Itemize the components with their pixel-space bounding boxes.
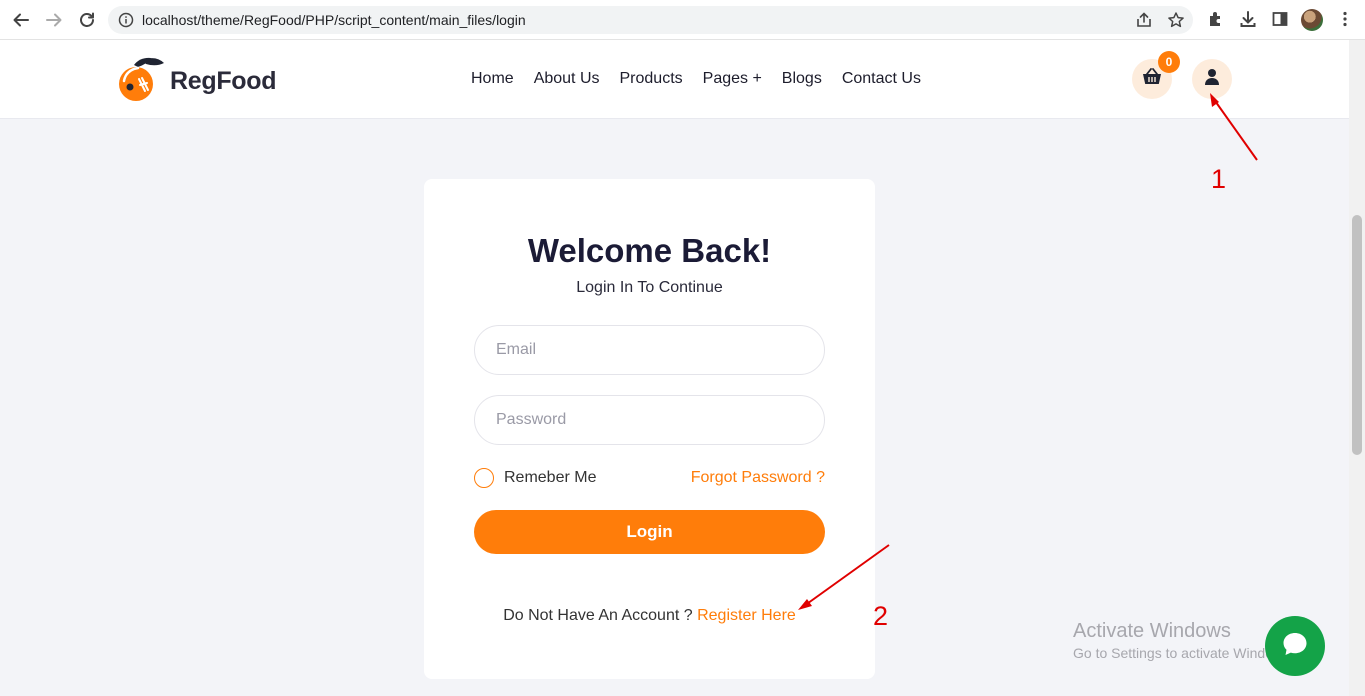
register-row: Do Not Have An Account ? Register Here — [424, 607, 875, 625]
register-link[interactable]: Register Here — [697, 607, 796, 624]
address-bar[interactable]: localhost/theme/RegFood/PHP/script_conte… — [108, 6, 1193, 34]
menu-icon[interactable] — [1335, 9, 1355, 34]
no-account-text: Do Not Have An Account ? — [503, 607, 693, 624]
page-subtitle: Login In To Continue — [576, 279, 723, 296]
profile-avatar[interactable] — [1301, 9, 1323, 31]
star-icon[interactable] — [1167, 11, 1185, 34]
main-nav: Home About Us Products Pages + Blogs Con… — [471, 70, 921, 88]
nav-contact-us[interactable]: Contact Us — [842, 70, 921, 88]
logo-icon — [116, 56, 166, 107]
nav-pages[interactable]: Pages + — [703, 70, 762, 88]
remember-row: Remeber Me Forgot Password ? — [474, 468, 825, 490]
chat-bubble-icon — [1280, 629, 1310, 664]
forgot-password-link[interactable]: Forgot Password ? — [691, 469, 825, 487]
annotation-number-2: 2 — [873, 601, 889, 631]
activate-windows-title: Activate Windows — [1073, 620, 1231, 642]
basket-icon — [1142, 67, 1162, 91]
scrollbar-thumb[interactable] — [1352, 215, 1362, 455]
back-icon[interactable] — [9, 8, 33, 32]
forward-icon[interactable] — [42, 8, 66, 32]
sidepanel-icon[interactable] — [1270, 9, 1290, 34]
cart-count-badge: 0 — [1158, 51, 1180, 73]
login-card: Welcome Back! Login In To Continue Remeb… — [424, 179, 875, 679]
reload-icon[interactable] — [75, 8, 99, 32]
brand-name: RegFood — [170, 67, 277, 95]
brand-logo[interactable]: RegFood — [116, 56, 277, 107]
login-button[interactable]: Login — [474, 510, 825, 554]
extensions-icon[interactable] — [1206, 9, 1226, 34]
info-icon[interactable] — [118, 12, 134, 33]
nav-about-us[interactable]: About Us — [534, 70, 600, 88]
remember-me-checkbox[interactable] — [474, 468, 494, 488]
site-header: RegFood Home About Us Products Pages + B… — [0, 40, 1349, 119]
activate-windows-subtitle: Go to Settings to activate Windows. — [1073, 645, 1294, 661]
remember-me-label[interactable]: Remeber Me — [504, 469, 596, 487]
email-field[interactable] — [474, 325, 825, 375]
browser-toolbar: localhost/theme/RegFood/PHP/script_conte… — [0, 0, 1365, 40]
url-text[interactable]: localhost/theme/RegFood/PHP/script_conte… — [142, 12, 526, 28]
download-icon[interactable] — [1238, 9, 1258, 34]
user-icon — [1204, 68, 1220, 91]
chat-button[interactable] — [1265, 616, 1325, 676]
password-field[interactable] — [474, 395, 825, 445]
page-title: Welcome Back! — [527, 232, 772, 269]
account-button[interactable] — [1192, 59, 1232, 99]
annotation-number-1: 1 — [1211, 164, 1227, 194]
nav-blogs[interactable]: Blogs — [782, 70, 822, 88]
share-icon[interactable] — [1135, 11, 1153, 34]
nav-products[interactable]: Products — [620, 70, 683, 88]
nav-home[interactable]: Home — [471, 70, 514, 88]
